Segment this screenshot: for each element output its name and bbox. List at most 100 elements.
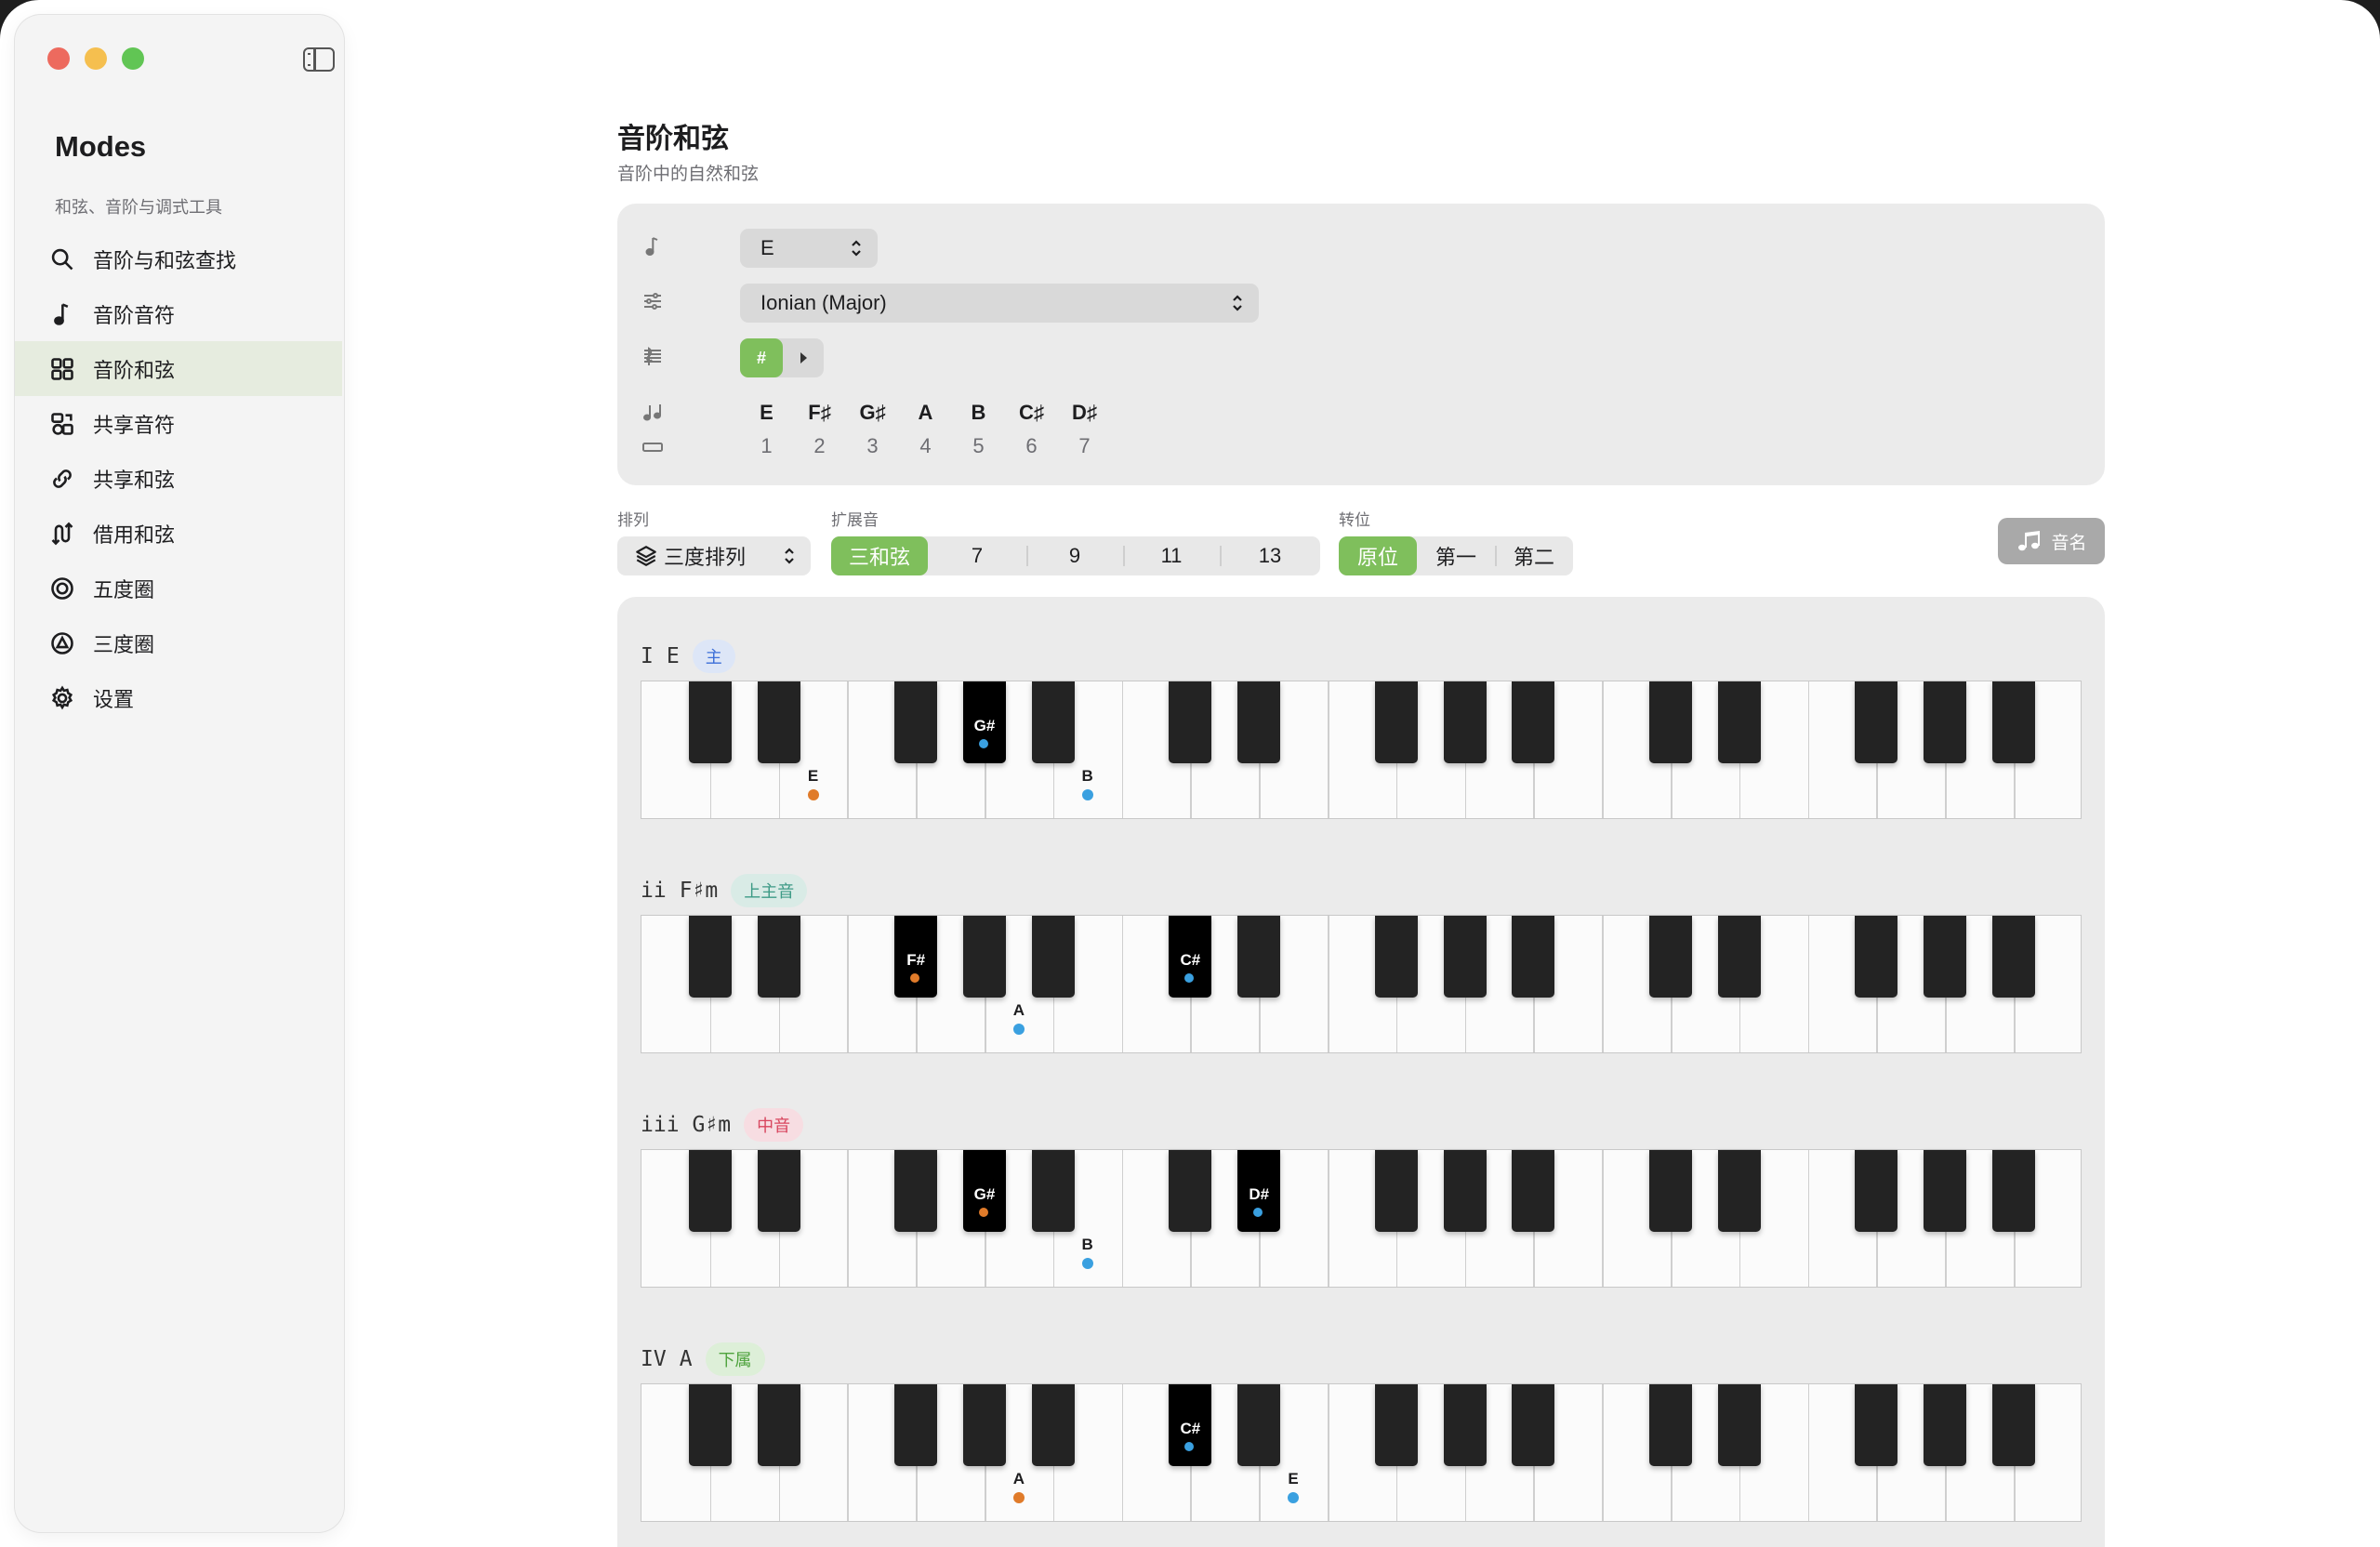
- black-key[interactable]: [1512, 1150, 1555, 1232]
- black-key[interactable]: [1512, 1384, 1555, 1466]
- black-key[interactable]: [1855, 681, 1898, 763]
- black-key[interactable]: [757, 916, 800, 998]
- black-key[interactable]: [1443, 1150, 1487, 1232]
- black-key[interactable]: [1855, 1150, 1898, 1232]
- black-key[interactable]: [1855, 916, 1898, 998]
- black-key[interactable]: [1443, 916, 1487, 998]
- sidebar-item-borrowed-chords[interactable]: 借用和弦: [15, 506, 342, 561]
- black-key[interactable]: [1374, 1384, 1418, 1466]
- black-key[interactable]: [688, 681, 732, 763]
- black-key[interactable]: [1717, 1150, 1761, 1232]
- inversion-option-root[interactable]: 原位: [1339, 536, 1417, 575]
- black-key[interactable]: [1924, 1150, 1967, 1232]
- black-key[interactable]: [1717, 681, 1761, 763]
- extension-option-triad[interactable]: 三和弦: [831, 536, 928, 575]
- chord-symbol: E: [666, 644, 680, 668]
- chord-header: I E 主: [641, 640, 735, 673]
- black-key[interactable]: [757, 1384, 800, 1466]
- note-name-button[interactable]: 音名: [1998, 518, 2105, 564]
- sidebar-item-scale-chords[interactable]: 音阶和弦: [15, 341, 342, 396]
- mode-select[interactable]: Ionian (Major): [740, 284, 1259, 323]
- black-key[interactable]: [963, 916, 1006, 998]
- extension-option-13[interactable]: 13: [1220, 536, 1320, 575]
- black-key[interactable]: [1169, 1150, 1212, 1232]
- flat-option[interactable]: [783, 338, 824, 377]
- black-key[interactable]: [1031, 1384, 1075, 1466]
- piano-keyboard[interactable]: F# C# A: [641, 915, 2082, 1053]
- sidebar-nav: 音阶与和弦查找 音阶音符 音阶和弦 共享音符 共享和弦 借用和弦 五度圈 三度圈…: [15, 231, 342, 725]
- music-note-icon: [641, 235, 664, 258]
- black-key[interactable]: [1992, 681, 2035, 763]
- black-key[interactable]: [963, 1384, 1006, 1466]
- black-key[interactable]: [1443, 1384, 1487, 1466]
- black-key[interactable]: G#: [963, 681, 1006, 763]
- black-key[interactable]: [894, 1384, 938, 1466]
- sidebar-item-settings[interactable]: 设置: [15, 670, 342, 725]
- piano-keyboard[interactable]: G# D# B: [641, 1149, 2082, 1288]
- black-key[interactable]: C#: [1169, 1384, 1212, 1466]
- black-key[interactable]: [1031, 681, 1075, 763]
- inversion-option-first[interactable]: 第一: [1417, 536, 1495, 575]
- black-key[interactable]: [1649, 681, 1692, 763]
- black-key[interactable]: [1237, 681, 1281, 763]
- extension-option-11[interactable]: 11: [1123, 536, 1220, 575]
- inversion-option-second[interactable]: 第二: [1495, 536, 1573, 575]
- arrangement-value: 三度排列: [664, 546, 747, 569]
- black-key[interactable]: [1992, 916, 2035, 998]
- sharp-option[interactable]: #: [740, 338, 783, 377]
- chord-symbol: G♯m: [692, 1113, 732, 1137]
- minimize-window-button[interactable]: [85, 47, 107, 70]
- black-key[interactable]: [1512, 916, 1555, 998]
- black-key[interactable]: [1031, 916, 1075, 998]
- black-key[interactable]: [1717, 916, 1761, 998]
- black-key[interactable]: [1237, 1384, 1281, 1466]
- black-key[interactable]: [1374, 916, 1418, 998]
- black-key[interactable]: [894, 1150, 938, 1232]
- accidental-toggle[interactable]: #: [740, 338, 824, 377]
- black-key[interactable]: [1924, 681, 1967, 763]
- black-key[interactable]: F#: [894, 916, 938, 998]
- black-key[interactable]: [1443, 681, 1487, 763]
- close-window-button[interactable]: [47, 47, 70, 70]
- sidebar-item-scale-chord-finder[interactable]: 音阶与和弦查找: [15, 231, 342, 286]
- white-key-divider: [1328, 1384, 1329, 1521]
- black-key[interactable]: [1649, 916, 1692, 998]
- black-key[interactable]: [1992, 1384, 2035, 1466]
- black-key[interactable]: G#: [963, 1150, 1006, 1232]
- sidebar-item-circle-of-fifths[interactable]: 五度圈: [15, 561, 342, 615]
- black-key[interactable]: D#: [1237, 1150, 1281, 1232]
- sidebar-item-circle-of-thirds[interactable]: 三度圈: [15, 615, 342, 670]
- black-key[interactable]: [688, 1150, 732, 1232]
- extension-option-9[interactable]: 9: [1026, 536, 1123, 575]
- black-key[interactable]: [1031, 1150, 1075, 1232]
- black-key[interactable]: [688, 916, 732, 998]
- black-key[interactable]: [1992, 1150, 2035, 1232]
- sidebar-item-scale-notes[interactable]: 音阶音符: [15, 286, 342, 341]
- black-key[interactable]: [1649, 1150, 1692, 1232]
- black-key[interactable]: [1237, 916, 1281, 998]
- black-key[interactable]: [688, 1384, 732, 1466]
- sidebar-item-shared-notes[interactable]: 共享音符: [15, 396, 342, 451]
- black-key[interactable]: C#: [1169, 916, 1212, 998]
- black-key[interactable]: [1512, 681, 1555, 763]
- piano-keyboard[interactable]: C# A E: [641, 1383, 2082, 1522]
- black-key[interactable]: [757, 681, 800, 763]
- arrangement-select[interactable]: 三度排列: [617, 536, 811, 575]
- black-key[interactable]: [1717, 1384, 1761, 1466]
- piano-keyboard[interactable]: G# E B: [641, 681, 2082, 819]
- sidebar-toggle-icon[interactable]: [303, 47, 335, 72]
- black-key[interactable]: [757, 1150, 800, 1232]
- zoom-window-button[interactable]: [122, 47, 144, 70]
- extension-option-7[interactable]: 7: [928, 536, 1026, 575]
- black-key[interactable]: [1649, 1384, 1692, 1466]
- black-key[interactable]: [1924, 916, 1967, 998]
- black-key[interactable]: [894, 681, 938, 763]
- black-key[interactable]: [1855, 1384, 1898, 1466]
- black-key[interactable]: [1924, 1384, 1967, 1466]
- black-key[interactable]: [1169, 681, 1212, 763]
- black-key[interactable]: [1374, 681, 1418, 763]
- key-select[interactable]: E: [740, 229, 878, 268]
- black-key[interactable]: [1374, 1150, 1418, 1232]
- sidebar-item-shared-chords[interactable]: 共享和弦: [15, 451, 342, 506]
- chord-tone-dot: [1288, 1492, 1300, 1503]
